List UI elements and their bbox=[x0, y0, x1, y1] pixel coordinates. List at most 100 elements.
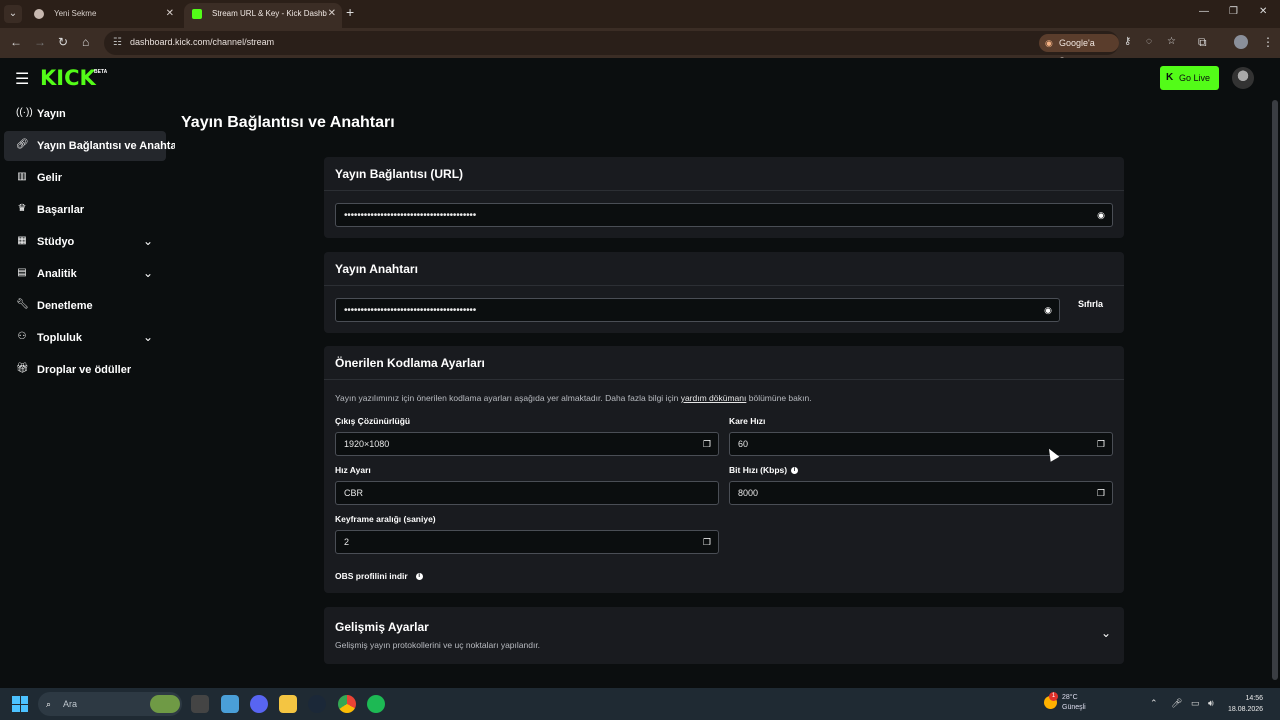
chevron-down-icon[interactable]: ⌄ bbox=[143, 330, 153, 344]
close-icon[interactable]: ✕ bbox=[166, 3, 174, 25]
forward-icon[interactable]: → bbox=[34, 35, 46, 49]
eye-off-icon[interactable]: ◌ bbox=[1146, 36, 1152, 47]
sidebar-item-studyo[interactable]: ▦ Stüdyo ⌄ bbox=[4, 227, 166, 257]
kick-logo[interactable]: KICK bbox=[40, 66, 96, 90]
copy-icon[interactable]: ❐ bbox=[703, 433, 711, 455]
chrome-icon[interactable] bbox=[338, 695, 356, 713]
volume-icon[interactable]: 🔊︎ bbox=[1208, 698, 1214, 709]
search-highlight-image bbox=[150, 695, 180, 713]
ask-google-button[interactable]: ◉ Google'a Sor bbox=[1039, 34, 1119, 66]
minimize-icon[interactable]: — bbox=[1199, 6, 1209, 17]
rate-control-field[interactable]: CBR bbox=[335, 481, 719, 505]
encoding-description-suffix: bölümüne bakın. bbox=[748, 393, 812, 403]
microphone-icon[interactable]: 🎤︎ bbox=[1171, 698, 1182, 709]
tray-chevron-up-icon[interactable]: ⌃ bbox=[1150, 698, 1158, 709]
browser-menu-icon[interactable]: ⋮ bbox=[1262, 35, 1274, 49]
framerate-label: Kare Hızı bbox=[729, 416, 766, 426]
chevron-down-icon[interactable]: ⌄ bbox=[143, 266, 153, 280]
stream-url-card: Yayın Bağlantısı (URL) •••••••••••••••••… bbox=[324, 157, 1124, 238]
url-text[interactable]: dashboard.kick.com/channel/stream bbox=[130, 37, 274, 47]
user-avatar[interactable] bbox=[1232, 67, 1254, 89]
sidebar-item-yayin[interactable]: ((·)) Yayın bbox=[4, 99, 166, 129]
taskbar-clock[interactable]: 14:56 18.08.2026 bbox=[1228, 693, 1263, 715]
encoding-description: Yayın yazılımınız için önerilen kodlama … bbox=[335, 393, 812, 403]
taskbar-search[interactable]: ⌕ Ara bbox=[38, 692, 182, 716]
sidebar-item-label: Gelir bbox=[37, 172, 63, 184]
resolution-field[interactable]: 1920×1080 ❐ bbox=[335, 432, 719, 456]
google-lens-icon: ◉ bbox=[1045, 38, 1053, 48]
bitrate-field[interactable]: 8000 ❐ bbox=[729, 481, 1113, 505]
keyframe-value: 2 bbox=[344, 537, 350, 547]
sidebar-item-label: Başarılar bbox=[37, 204, 85, 216]
obs-profile-download[interactable]: OBS profilini indir i bbox=[335, 571, 423, 581]
resolution-label: Çıkış Çözünürlüğü bbox=[335, 416, 411, 426]
weather-desc: Güneşli bbox=[1062, 704, 1086, 711]
reset-key-button[interactable]: Sıfırla bbox=[1078, 299, 1103, 309]
go-live-button[interactable]: K Go Live bbox=[1160, 66, 1219, 90]
sidebar-item-label: Yayın Bağlantısı ve Anahtarı bbox=[37, 140, 175, 152]
sidebar-item-basarilar[interactable]: ♛ Başarılar bbox=[4, 195, 166, 225]
sidebar-item-stream-key[interactable]: 🔗︎ Yayın Bağlantısı ve Anahtarı bbox=[4, 131, 175, 161]
discord-icon[interactable] bbox=[250, 695, 268, 713]
browser-profile-avatar[interactable] bbox=[1234, 35, 1248, 49]
steam-icon[interactable] bbox=[308, 695, 326, 713]
stream-key-field[interactable]: ••••••••••••••••••••••••••••••••••••••••… bbox=[335, 298, 1060, 322]
info-icon[interactable]: i bbox=[791, 467, 799, 475]
gift-icon: 🎁︎ bbox=[16, 363, 29, 374]
advanced-settings-heading: Gelişmiş Ayarlar bbox=[335, 620, 429, 634]
window-close-icon[interactable]: ✕ bbox=[1259, 6, 1267, 17]
tab-search-chevron-icon[interactable]: ⌄ bbox=[4, 5, 22, 23]
display-icon[interactable]: ▭ bbox=[1191, 698, 1200, 709]
address-bar[interactable]: ☷ dashboard.kick.com/channel/stream ◉ Go… bbox=[104, 31, 1176, 66]
hamburger-menu-icon[interactable]: ☰ bbox=[15, 69, 29, 89]
file-explorer-icon[interactable] bbox=[279, 695, 297, 713]
extensions-icon[interactable]: ⧉ bbox=[1198, 35, 1207, 50]
spotify-icon[interactable] bbox=[367, 695, 385, 713]
rate-control-value: CBR bbox=[344, 488, 364, 498]
eye-icon[interactable]: ◉ bbox=[1044, 299, 1052, 321]
copy-icon[interactable]: ❐ bbox=[1097, 482, 1105, 504]
sidebar-item-gelir[interactable]: ▥ Gelir bbox=[4, 163, 166, 193]
chevron-down-icon[interactable]: ⌄ bbox=[1101, 626, 1111, 640]
maximize-icon[interactable]: ❐ bbox=[1229, 6, 1238, 17]
help-doc-link[interactable]: yardım dökümanı bbox=[681, 393, 747, 403]
sidebar-item-analitik[interactable]: ▤ Analitik ⌄ bbox=[4, 259, 166, 289]
file-app-icon[interactable] bbox=[221, 695, 239, 713]
site-info-icon[interactable]: ☷ bbox=[113, 37, 122, 48]
page-scrollbar[interactable] bbox=[1272, 100, 1278, 680]
copy-icon[interactable]: ❐ bbox=[1097, 433, 1105, 455]
chart-icon: ▥ bbox=[17, 171, 27, 182]
taskbar-search-placeholder: Ara bbox=[63, 699, 78, 709]
keyframe-field[interactable]: 2 ❐ bbox=[335, 530, 719, 554]
broadcast-icon: ((·)) bbox=[16, 107, 33, 118]
eye-icon[interactable]: ◉ bbox=[1097, 204, 1105, 226]
info-icon[interactable]: i bbox=[415, 573, 423, 581]
close-icon[interactable]: ✕ bbox=[328, 3, 336, 25]
back-icon[interactable]: ← bbox=[10, 35, 22, 49]
windows-start-icon[interactable] bbox=[12, 696, 28, 712]
reload-icon[interactable]: ↻ bbox=[58, 35, 68, 49]
sidebar-item-denetleme[interactable]: 🔧︎ Denetleme bbox=[4, 291, 166, 321]
kick-icon: K bbox=[1166, 72, 1174, 83]
browser-tab-kick[interactable]: Stream URL & Key - Kick Dashb ✕ bbox=[184, 3, 342, 28]
chevron-down-icon[interactable]: ⌄ bbox=[143, 234, 153, 248]
new-tab-icon[interactable]: + bbox=[346, 4, 354, 20]
copy-icon[interactable]: ❐ bbox=[703, 531, 711, 553]
stream-url-field[interactable]: ••••••••••••••••••••••••••••••••••••••••… bbox=[335, 203, 1113, 227]
beta-badge: BETA bbox=[94, 69, 108, 75]
task-view-icon[interactable] bbox=[191, 695, 209, 713]
sidebar-item-label: Analitik bbox=[37, 268, 77, 280]
trophy-icon: ♛ bbox=[17, 203, 27, 214]
browser-tab-new[interactable]: Yeni Sekme ✕ bbox=[26, 3, 180, 28]
password-key-icon[interactable]: ⚷ bbox=[1124, 36, 1131, 47]
rate-control-label: Hız Ayarı bbox=[335, 465, 371, 475]
sidebar-item-label: Topluluk bbox=[37, 332, 83, 344]
link-icon: 🔗︎ bbox=[16, 139, 29, 150]
home-icon[interactable]: ⌂ bbox=[82, 35, 89, 49]
advanced-settings-card[interactable]: Gelişmiş Ayarlar Gelişmiş yayın protokol… bbox=[324, 607, 1124, 664]
sidebar-item-droplar[interactable]: 🎁︎ Droplar ve ödüller bbox=[4, 355, 166, 385]
obs-profile-label[interactable]: OBS profilini indir bbox=[335, 571, 408, 581]
bookmark-star-icon[interactable]: ☆ bbox=[1167, 36, 1176, 47]
analytics-icon: ▤ bbox=[17, 267, 27, 278]
sidebar-item-topluluk[interactable]: ⚇ Topluluk ⌄ bbox=[4, 323, 166, 353]
